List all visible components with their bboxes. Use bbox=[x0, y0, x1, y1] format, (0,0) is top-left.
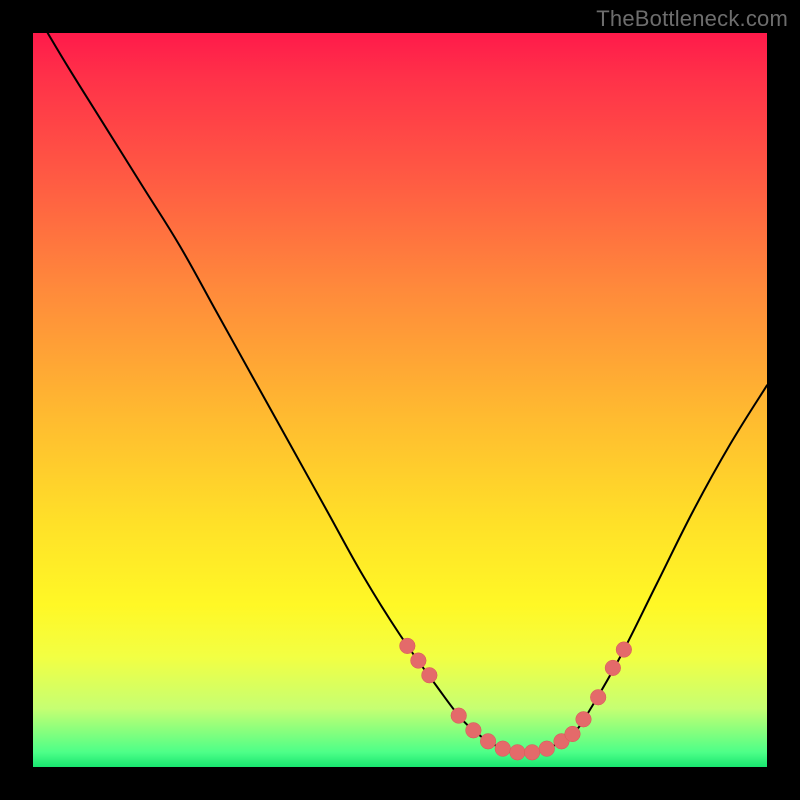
curve-marker bbox=[616, 642, 632, 658]
curve-marker bbox=[576, 711, 592, 727]
curve-marker bbox=[400, 638, 416, 654]
plot-area bbox=[33, 33, 767, 767]
curve-marker bbox=[411, 653, 427, 669]
curve-marker bbox=[480, 734, 496, 750]
curve-marker bbox=[422, 667, 438, 683]
curve-marker bbox=[524, 745, 540, 761]
chart-canvas: TheBottleneck.com bbox=[0, 0, 800, 800]
curve-marker bbox=[510, 745, 526, 761]
curve-marker bbox=[590, 689, 606, 705]
curve-marker bbox=[451, 708, 467, 724]
curve-marker bbox=[539, 741, 555, 757]
curve-marker bbox=[565, 726, 581, 742]
marker-group bbox=[400, 638, 632, 760]
curve-marker bbox=[605, 660, 621, 676]
curve-marker bbox=[495, 741, 511, 757]
curve-marker bbox=[466, 723, 482, 739]
curve-svg bbox=[33, 33, 767, 767]
watermark-label: TheBottleneck.com bbox=[596, 6, 788, 32]
